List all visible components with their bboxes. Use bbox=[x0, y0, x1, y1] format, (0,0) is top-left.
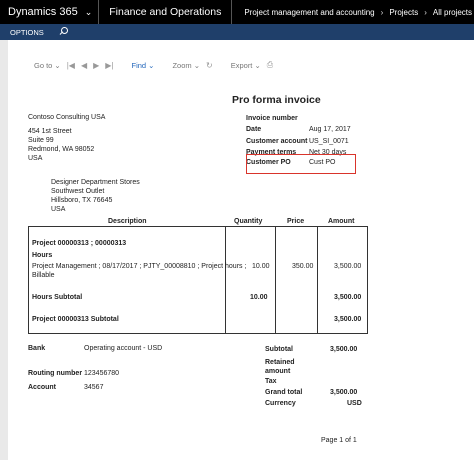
project-subtotal-amount: 3,500.00 bbox=[334, 316, 362, 323]
line-amount: 3,500.00 bbox=[334, 263, 362, 270]
customer-address-line: Southwest Outlet bbox=[51, 188, 105, 195]
group-header: Hours bbox=[32, 252, 53, 259]
goto-label: Go to bbox=[34, 60, 53, 70]
field-value: Aug 17, 2017 bbox=[309, 126, 351, 133]
field-label: Invoice number bbox=[246, 115, 298, 122]
next-page-icon[interactable]: ▶ bbox=[93, 61, 99, 70]
project-header: Project 00000313 ; 00000313 bbox=[32, 240, 127, 247]
total-label: Retained amount bbox=[265, 359, 295, 375]
print-icon[interactable]: ⎙ bbox=[267, 60, 273, 70]
breadcrumb: Project management and accounting › Proj… bbox=[232, 8, 474, 17]
column-divider bbox=[317, 227, 318, 333]
column-header-description: Description bbox=[108, 218, 147, 225]
line-description: Billable bbox=[32, 272, 55, 279]
field-label: Customer account bbox=[246, 138, 308, 145]
first-page-icon[interactable]: |◀ bbox=[67, 61, 75, 70]
line-price: 350.00 bbox=[292, 263, 314, 270]
export-label: Export bbox=[230, 60, 253, 70]
refresh-icon[interactable]: ↻ bbox=[206, 61, 213, 70]
hours-subtotal-quantity: 10.00 bbox=[250, 294, 268, 301]
options-bar: OPTIONS bbox=[0, 24, 474, 40]
breadcrumb-item[interactable]: All projects bbox=[433, 8, 472, 17]
total-value: USD bbox=[347, 400, 362, 407]
company-address-line: 454 1st Street bbox=[28, 128, 72, 135]
company-name: Contoso Consulting USA bbox=[28, 114, 106, 121]
breadcrumb-item[interactable]: Project management and accounting bbox=[244, 8, 374, 17]
find-button[interactable]: Find ⌄ bbox=[132, 61, 155, 70]
company-address-line: Suite 99 bbox=[28, 137, 54, 144]
customer-po-highlight bbox=[246, 154, 356, 174]
app-switcher[interactable]: Dynamics 365 ⌄ bbox=[0, 0, 98, 24]
account-value: 34567 bbox=[84, 384, 104, 391]
hours-subtotal-label: Hours Subtotal bbox=[32, 294, 83, 301]
top-nav-bar: Dynamics 365 ⌄ Finance and Operations Pr… bbox=[0, 0, 474, 24]
customer-address-line: USA bbox=[51, 206, 66, 213]
zoom-label: Zoom bbox=[172, 60, 192, 70]
field-label: Date bbox=[246, 126, 262, 133]
company-address-line: USA bbox=[28, 155, 43, 162]
line-quantity: 10.00 bbox=[252, 263, 270, 270]
account-label: Account bbox=[28, 384, 56, 391]
total-label: Subtotal bbox=[265, 346, 293, 353]
module-name[interactable]: Finance and Operations bbox=[99, 0, 232, 24]
zoom-button[interactable]: Zoom ⌄ bbox=[172, 61, 200, 70]
column-header-price: Price bbox=[287, 218, 305, 225]
export-button[interactable]: Export ⌄ bbox=[231, 61, 261, 70]
bank-value: Operating account - USD bbox=[84, 345, 163, 352]
report-viewer: Go to ⌄ |◀ ◀ ▶ ▶| Find ⌄ Zoom ⌄ ↻ Export… bbox=[8, 40, 474, 460]
previous-page-icon[interactable]: ◀ bbox=[81, 61, 87, 70]
company-address-line: Redmond, WA 98052 bbox=[28, 146, 95, 153]
bank-label: Bank bbox=[28, 345, 46, 352]
column-header-amount: Amount bbox=[328, 218, 355, 225]
line-description: Project Management ; 08/17/2017 ; PJTY_0… bbox=[32, 263, 247, 270]
chevron-right-icon: › bbox=[424, 7, 427, 17]
column-divider bbox=[225, 227, 226, 333]
total-value: 3,500.00 bbox=[330, 389, 358, 396]
column-header-quantity: Quantity bbox=[234, 218, 263, 225]
customer-address-line: Designer Department Stores bbox=[51, 179, 140, 186]
find-label: Find bbox=[131, 60, 147, 70]
report-toolbar: Go to ⌄ |◀ ◀ ▶ ▶| Find ⌄ Zoom ⌄ ↻ Export… bbox=[34, 60, 273, 70]
total-label: Grand total bbox=[265, 389, 303, 396]
search-icon[interactable] bbox=[60, 27, 70, 37]
field-value: US_SI_0071 bbox=[309, 138, 349, 145]
routing-label: Routing number bbox=[28, 370, 83, 377]
invoice-report: Go to ⌄ |◀ ◀ ▶ ▶| Find ⌄ Zoom ⌄ ↻ Export… bbox=[8, 40, 474, 460]
page-indicator: Page 1 of 1 bbox=[321, 437, 357, 444]
app-name: Dynamics 365 bbox=[8, 6, 78, 18]
total-label: Currency bbox=[265, 400, 296, 407]
customer-address-line: Hillsboro, TX 76645 bbox=[51, 197, 113, 204]
hours-subtotal-amount: 3,500.00 bbox=[334, 294, 362, 301]
routing-value: 123456780 bbox=[84, 370, 120, 377]
options-button[interactable]: OPTIONS bbox=[10, 28, 44, 37]
breadcrumb-item[interactable]: Projects bbox=[389, 8, 418, 17]
total-label: Tax bbox=[265, 378, 277, 385]
project-subtotal-label: Project 00000313 Subtotal bbox=[32, 316, 119, 323]
invoice-title: Pro forma invoice bbox=[232, 94, 321, 106]
last-page-icon[interactable]: ▶| bbox=[105, 61, 113, 70]
total-value: 3,500.00 bbox=[330, 346, 358, 353]
goto-button[interactable]: Go to ⌄ bbox=[34, 61, 61, 70]
chevron-down-icon: ⌄ bbox=[84, 6, 93, 17]
chevron-right-icon: › bbox=[380, 7, 384, 17]
column-divider bbox=[275, 227, 276, 333]
